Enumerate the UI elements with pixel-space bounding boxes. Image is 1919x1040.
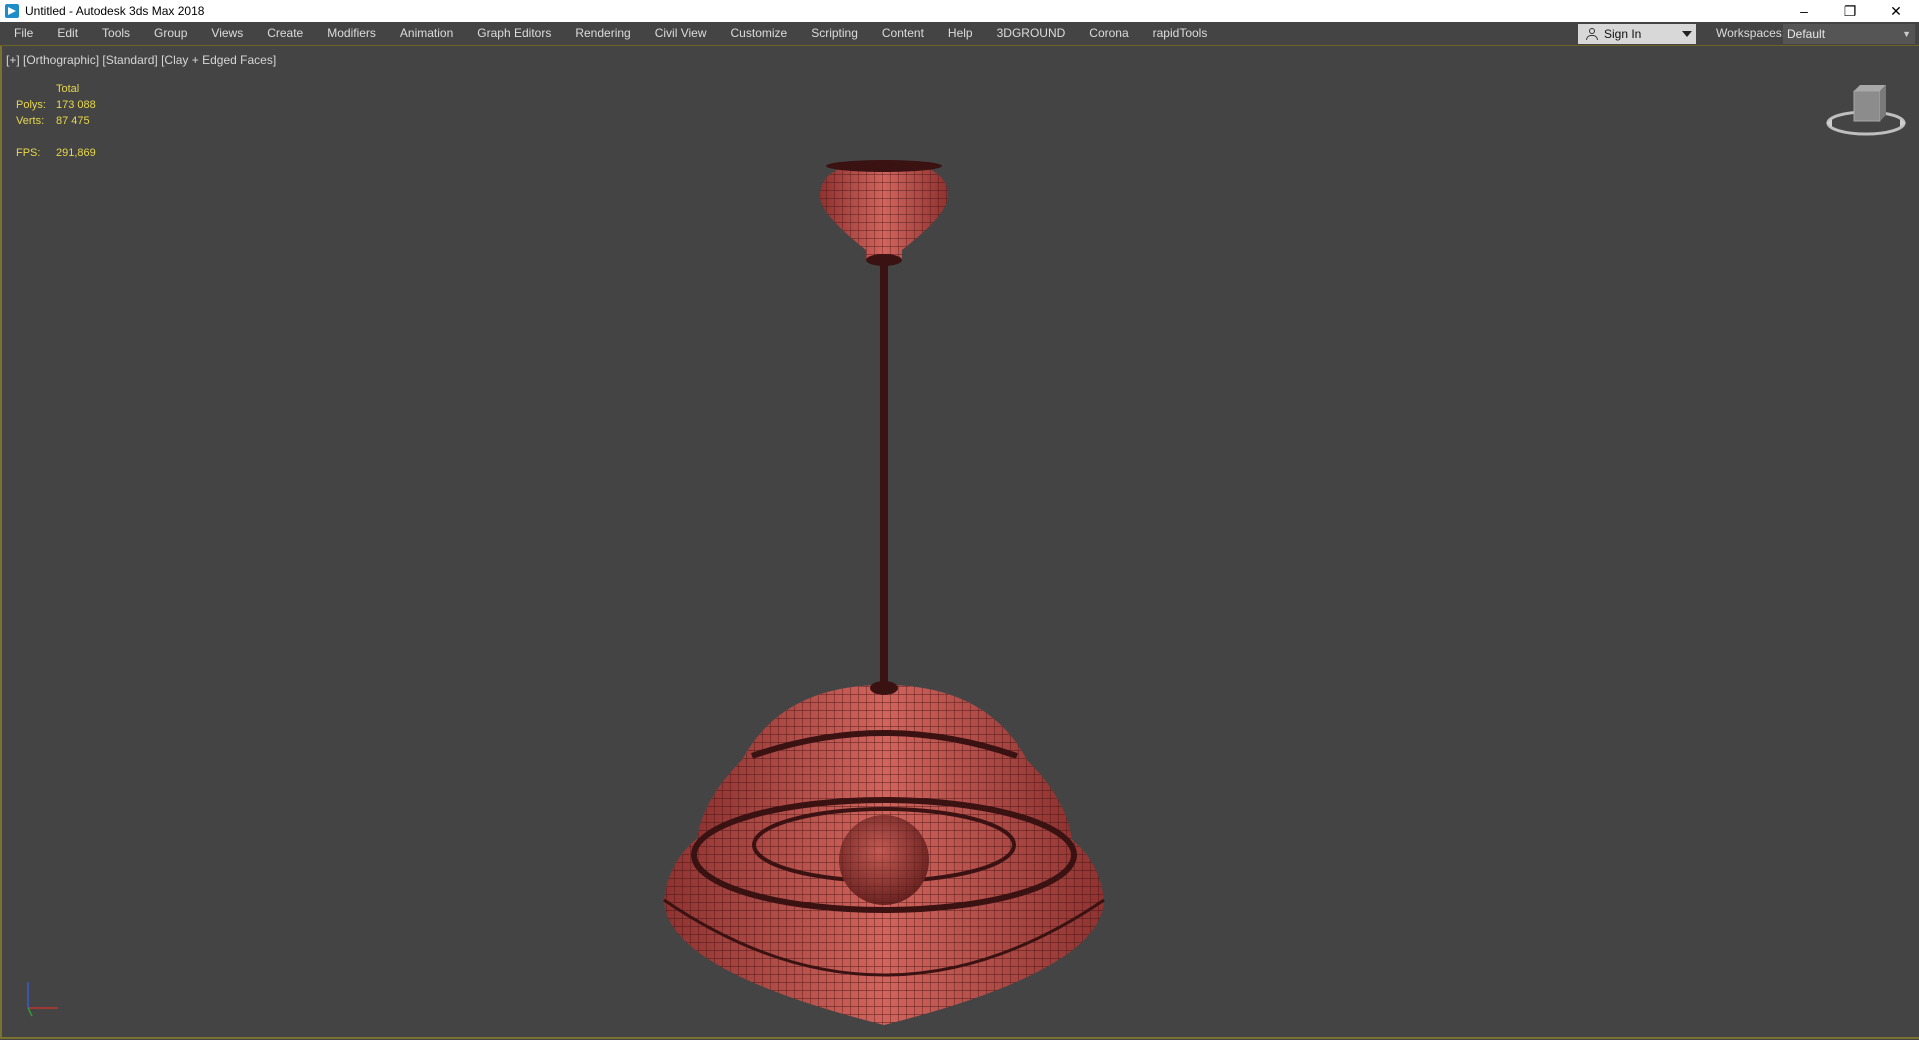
workspaces-value: Default [1787,27,1826,41]
menu-3dground[interactable]: 3DGROUND [985,22,1078,45]
menu-modifiers[interactable]: Modifiers [315,22,388,45]
minimize-icon[interactable]: – [1781,0,1827,22]
menu-animation[interactable]: Animation [388,22,465,45]
suspension-rod [880,260,888,690]
menu-rapidtools[interactable]: rapidTools [1141,22,1220,45]
window-title: Untitled - Autodesk 3ds Max 2018 [25,4,205,18]
menu-civil-view[interactable]: Civil View [643,22,719,45]
menu-content[interactable]: Content [870,22,936,45]
polys-value: 173 088 [56,99,96,111]
window-controls: – ❐ ✕ [1781,0,1919,22]
chevron-down-icon[interactable] [1682,31,1692,37]
menu-create[interactable]: Create [255,22,315,45]
fps-label: FPS: [16,147,41,159]
polys-label: Polys: [16,99,46,111]
verts-label: Verts: [16,115,45,127]
stats-header: Total [56,83,80,95]
viewport-statistics: Total Polys: 173 088 Verts: 87 475 FPS: 291… [16,83,96,163]
fps-value: 291,869 [56,147,96,159]
menu-file[interactable]: File [0,22,45,45]
menu-edit[interactable]: Edit [45,22,90,45]
viewport-perspective[interactable]: [+] [Orthographic] [Standard] [Clay + Ed… [0,46,1919,1039]
axis-tripod-icon [27,982,58,1017]
ceiling-canopy [820,160,948,266]
dropdown-caret-icon: ▼ [1902,29,1911,39]
menu-tools[interactable]: Tools [90,22,142,45]
menu-group[interactable]: Group [142,22,199,45]
verts-value: 87 475 [56,115,90,127]
menu-help[interactable]: Help [936,22,985,45]
workspaces-label: Workspaces: [1716,26,1786,40]
pendant-lamp-mesh[interactable] [602,110,1182,1040]
light-bulb [839,815,929,905]
menu-scripting[interactable]: Scripting [799,22,870,45]
close-icon[interactable]: ✕ [1873,0,1919,22]
menu-rendering[interactable]: Rendering [563,22,642,45]
sign-in-button[interactable]: Sign In [1578,24,1696,44]
viewport-label[interactable]: [+] [Orthographic] [Standard] [Clay + Ed… [6,53,276,67]
menu-views[interactable]: Views [199,22,255,45]
menu-graph-editors[interactable]: Graph Editors [465,22,563,45]
restore-icon[interactable]: ❐ [1827,0,1873,22]
workspaces-dropdown[interactable]: Default ▼ [1783,24,1915,44]
user-icon [1586,28,1598,40]
app-icon [5,4,19,18]
viewcube-icon[interactable] [1822,81,1912,141]
sign-in-label: Sign In [1604,27,1642,41]
menu-customize[interactable]: Customize [719,22,800,45]
menu-corona[interactable]: Corona [1077,22,1140,45]
title-bar: Untitled - Autodesk 3ds Max 2018 – ❐ ✕ [0,0,1919,22]
